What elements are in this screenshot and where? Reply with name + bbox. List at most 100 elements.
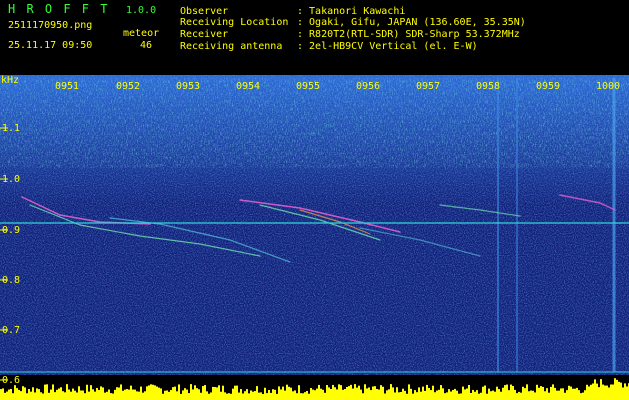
level-bar xyxy=(354,384,356,400)
level-bar xyxy=(332,384,334,400)
level-bar xyxy=(256,386,258,400)
level-bar xyxy=(428,388,430,400)
level-bar xyxy=(502,387,504,400)
level-bar xyxy=(224,392,226,400)
level-bar xyxy=(536,384,538,400)
level-bar xyxy=(474,391,476,400)
level-bar xyxy=(342,389,344,400)
level-bar xyxy=(390,384,392,400)
level-bar xyxy=(518,391,520,400)
level-bar xyxy=(312,389,314,400)
level-bar xyxy=(336,389,338,400)
level-bar xyxy=(432,385,434,400)
level-bar xyxy=(540,386,542,400)
level-bar xyxy=(362,393,364,400)
level-bar xyxy=(88,391,90,400)
level-bar xyxy=(566,390,568,400)
level-bar xyxy=(114,389,116,400)
level-bar xyxy=(64,392,66,400)
y-tick-label: 1.0 xyxy=(2,174,21,185)
level-bar xyxy=(218,385,220,400)
level-bar xyxy=(484,385,486,400)
level-bar xyxy=(480,392,482,400)
level-bar xyxy=(246,389,248,400)
level-bar xyxy=(154,385,156,400)
level-bar xyxy=(12,393,14,400)
level-bar xyxy=(60,387,62,400)
level-bar xyxy=(492,390,494,400)
level-bar xyxy=(382,386,384,400)
level-bar xyxy=(400,391,402,400)
x-tick-label: 0952 xyxy=(116,81,141,92)
level-bar xyxy=(186,389,188,400)
level-bar xyxy=(226,393,228,400)
level-bar xyxy=(360,389,362,400)
level-bar xyxy=(324,392,326,400)
level-bar xyxy=(468,384,470,400)
level-bar xyxy=(162,393,164,400)
level-bar xyxy=(426,384,428,400)
level-bar xyxy=(344,389,346,400)
level-bar xyxy=(406,393,408,400)
level-bar xyxy=(524,388,526,400)
level-bar xyxy=(340,385,342,400)
level-bar xyxy=(90,385,92,400)
level-bar xyxy=(268,389,270,400)
level-bar xyxy=(164,390,166,400)
level-bar xyxy=(470,392,472,400)
level-bar xyxy=(368,387,370,400)
level-bar xyxy=(370,390,372,400)
level-bar xyxy=(544,391,546,400)
level-bar xyxy=(532,390,534,400)
level-bar xyxy=(302,393,304,400)
level-bar xyxy=(82,390,84,400)
level-bar xyxy=(446,392,448,400)
level-bar xyxy=(282,386,284,400)
level-bar xyxy=(398,392,400,400)
level-bar xyxy=(608,387,610,400)
level-bar xyxy=(582,392,584,400)
x-tick-label: 0955 xyxy=(296,81,321,92)
level-bar xyxy=(578,390,580,400)
x-tick-label: 0953 xyxy=(176,81,201,92)
level-bar xyxy=(478,393,480,400)
level-bar xyxy=(364,384,366,400)
level-bar xyxy=(322,389,324,400)
level-bar xyxy=(590,384,592,400)
level-bar xyxy=(366,388,368,400)
level-bar xyxy=(42,393,44,400)
level-bar xyxy=(30,391,32,400)
level-bar xyxy=(448,389,450,400)
level-bar xyxy=(232,388,234,400)
level-bar xyxy=(128,389,130,400)
level-bar xyxy=(242,393,244,400)
level-bar xyxy=(626,386,628,400)
level-bar xyxy=(386,390,388,400)
level-bar xyxy=(550,386,552,400)
level-bar xyxy=(614,378,616,400)
level-bar xyxy=(106,391,108,400)
level-bar xyxy=(464,389,466,400)
level-bar xyxy=(438,389,440,400)
level-bar xyxy=(136,391,138,400)
level-bar xyxy=(458,393,460,400)
level-bar xyxy=(442,388,444,400)
level-bar xyxy=(288,386,290,400)
level-bar xyxy=(192,389,194,400)
level-bar xyxy=(132,389,134,400)
level-bar xyxy=(156,386,158,400)
level-bar xyxy=(210,392,212,400)
level-bar xyxy=(98,389,100,400)
level-bar xyxy=(594,379,596,400)
level-bar xyxy=(110,393,112,400)
level-bar xyxy=(10,388,12,400)
y-tick-label: 0.9 xyxy=(2,225,21,236)
level-bar xyxy=(116,387,118,400)
level-bar xyxy=(34,392,36,400)
level-bar xyxy=(530,390,532,400)
level-bar xyxy=(54,392,56,400)
level-bar xyxy=(412,393,414,400)
level-bar xyxy=(206,391,208,400)
level-bar xyxy=(44,384,46,400)
level-bar xyxy=(498,389,500,400)
